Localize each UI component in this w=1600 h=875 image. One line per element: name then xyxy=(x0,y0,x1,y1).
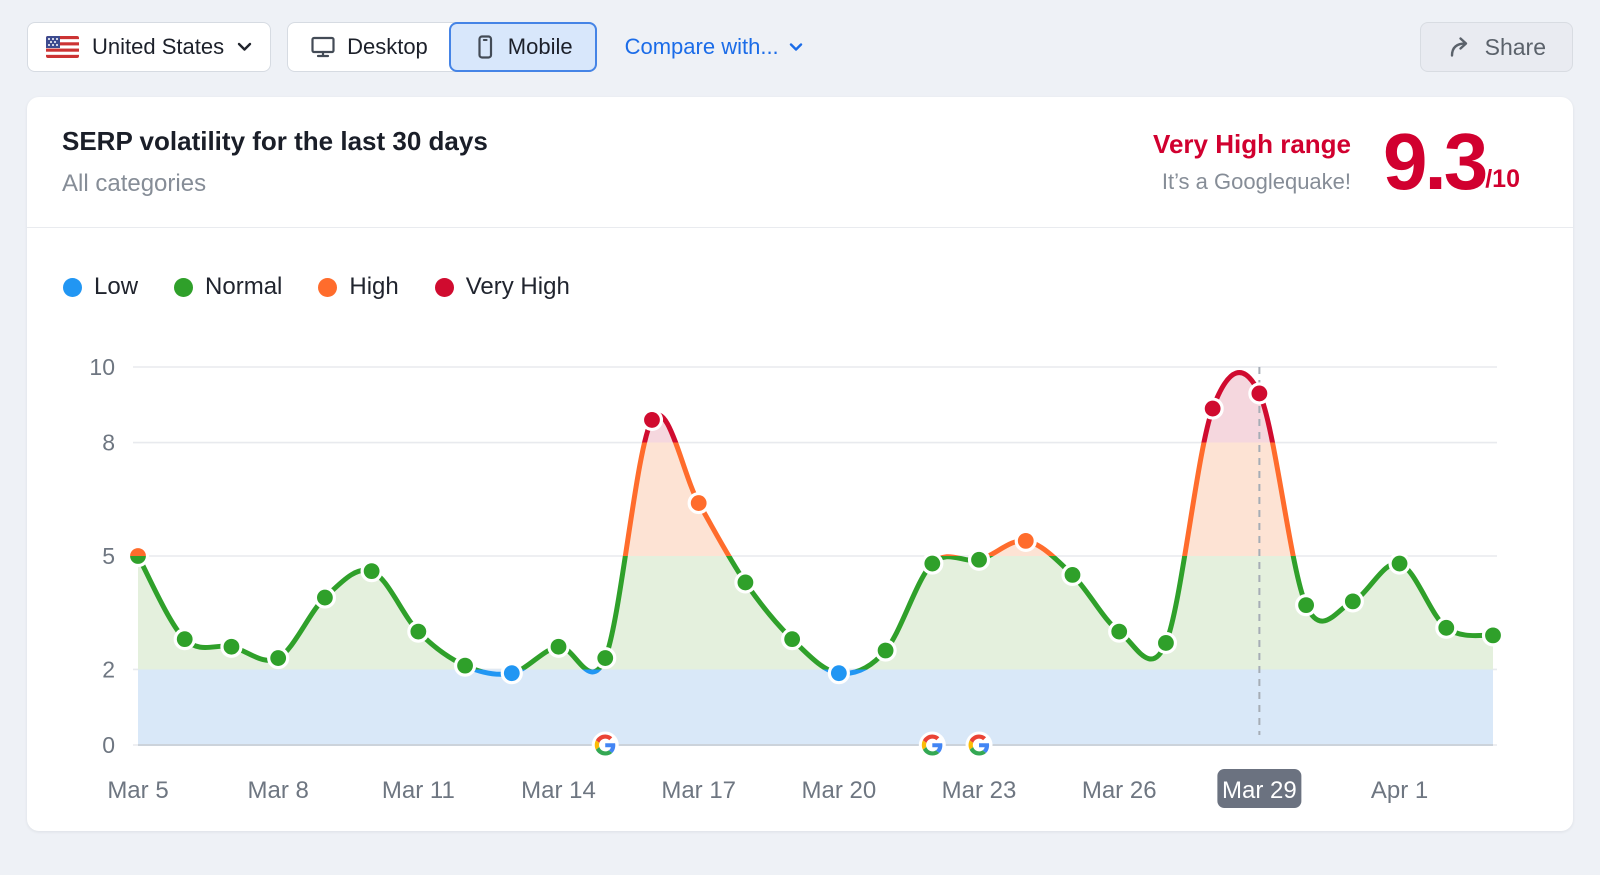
page-title: SERP volatility for the last 30 days xyxy=(62,126,488,157)
tab-mobile-label: Mobile xyxy=(508,34,573,60)
share-label: Share xyxy=(1485,34,1546,61)
data-point[interactable] xyxy=(502,664,521,683)
tab-desktop-label: Desktop xyxy=(347,34,428,60)
data-point[interactable] xyxy=(269,649,288,668)
card-header: SERP volatility for the last 30 days All… xyxy=(27,97,1573,228)
data-point[interactable] xyxy=(1203,399,1222,418)
serp-volatility-card: SERP volatility for the last 30 days All… xyxy=(27,97,1573,831)
desktop-icon xyxy=(310,35,336,59)
device-toggle: Desktop Mobile xyxy=(287,22,597,72)
y-axis-label: 2 xyxy=(102,656,115,682)
us-flag-icon xyxy=(46,36,79,58)
data-point[interactable] xyxy=(1343,592,1362,611)
x-axis-label: Mar 20 xyxy=(802,777,877,804)
legend-label: Very High xyxy=(466,273,570,301)
data-point[interactable] xyxy=(736,573,755,592)
data-point[interactable] xyxy=(1063,565,1082,584)
data-point[interactable] xyxy=(1110,622,1129,641)
data-point[interactable] xyxy=(1484,626,1503,645)
legend-item-normal: Normal xyxy=(174,273,282,301)
data-point[interactable] xyxy=(362,562,381,581)
x-axis-label: Mar 14 xyxy=(521,777,596,804)
tab-desktop[interactable]: Desktop xyxy=(288,23,450,71)
legend-item-very-high: Very High xyxy=(435,273,570,301)
y-axis-label: 10 xyxy=(89,354,115,380)
legend-dot-icon xyxy=(435,278,454,297)
compare-with-label: Compare with... xyxy=(625,34,779,60)
legend-dot-icon xyxy=(174,278,193,297)
tab-mobile[interactable]: Mobile xyxy=(449,22,597,72)
share-icon xyxy=(1447,35,1473,59)
x-axis-label: Mar 23 xyxy=(942,777,1017,804)
legend-item-high: High xyxy=(318,273,398,301)
data-point[interactable] xyxy=(1437,618,1456,637)
data-point[interactable] xyxy=(689,494,708,513)
x-axis-label: Apr 1 xyxy=(1371,777,1428,804)
mobile-icon xyxy=(473,34,497,60)
chart-area-fill xyxy=(138,373,1493,745)
data-point[interactable] xyxy=(876,641,895,660)
x-axis-label: Mar 5 xyxy=(107,777,168,804)
data-point[interactable] xyxy=(409,622,428,641)
chevron-down-icon xyxy=(789,43,803,52)
google-update-icon[interactable] xyxy=(919,732,946,759)
data-point[interactable] xyxy=(829,664,848,683)
data-point[interactable] xyxy=(175,630,194,649)
volatility-chart[interactable]: 0 2 5 8 10 Mar 5 Mar 8 Mar 11 Mar 14 Mar 17 Mar 20… xyxy=(27,340,1573,815)
compare-with-link[interactable]: Compare with... xyxy=(625,22,803,72)
score-value: 9.3 xyxy=(1383,129,1485,195)
data-point[interactable] xyxy=(923,554,942,573)
score-max: /10 xyxy=(1485,165,1520,195)
data-point[interactable] xyxy=(642,410,661,429)
legend-label: Normal xyxy=(205,273,282,301)
selected-date-badge-label: Mar 29 xyxy=(1222,777,1297,804)
toolbar: United States Desktop Mobile xyxy=(27,22,1573,72)
volatility-score: 9.3 /10 xyxy=(1383,129,1520,195)
data-point[interactable] xyxy=(1390,554,1409,573)
data-point[interactable] xyxy=(1297,596,1316,615)
range-note: It’s a Googlequake! xyxy=(1153,169,1351,195)
data-point[interactable] xyxy=(222,637,241,656)
category-subtitle: All categories xyxy=(62,170,488,198)
data-point[interactable] xyxy=(970,550,989,569)
google-update-icon[interactable] xyxy=(592,732,619,759)
data-point[interactable] xyxy=(315,588,334,607)
legend-label: Low xyxy=(94,273,138,301)
x-axis-label: Mar 11 xyxy=(382,777,455,804)
x-axis-label: Mar 8 xyxy=(247,777,308,804)
data-point[interactable] xyxy=(596,649,615,668)
legend-item-low: Low xyxy=(63,273,138,301)
chevron-down-icon xyxy=(237,42,252,52)
data-point[interactable] xyxy=(129,547,148,566)
data-point[interactable] xyxy=(1250,384,1269,403)
legend-dot-icon xyxy=(318,278,337,297)
range-label: Very High range xyxy=(1153,129,1351,160)
y-axis-label: 0 xyxy=(102,732,115,758)
country-selector[interactable]: United States xyxy=(27,22,271,72)
share-button[interactable]: Share xyxy=(1420,22,1573,72)
country-label: United States xyxy=(92,34,224,60)
data-point[interactable] xyxy=(1156,633,1175,652)
y-axis-label: 8 xyxy=(102,430,115,456)
data-point[interactable] xyxy=(783,630,802,649)
chart-legend: Low Normal High Very High xyxy=(63,272,1573,302)
google-update-icon[interactable] xyxy=(966,732,993,759)
legend-dot-icon xyxy=(63,278,82,297)
data-point[interactable] xyxy=(549,637,568,656)
x-axis-label: Mar 17 xyxy=(661,777,736,804)
legend-label: High xyxy=(349,273,398,301)
data-point[interactable] xyxy=(456,656,475,675)
data-point[interactable] xyxy=(1016,531,1035,550)
y-axis-label: 5 xyxy=(102,543,115,569)
x-axis-label: Mar 26 xyxy=(1082,777,1157,804)
score-group: Very High range It’s a Googlequake! 9.3 … xyxy=(1153,129,1520,195)
